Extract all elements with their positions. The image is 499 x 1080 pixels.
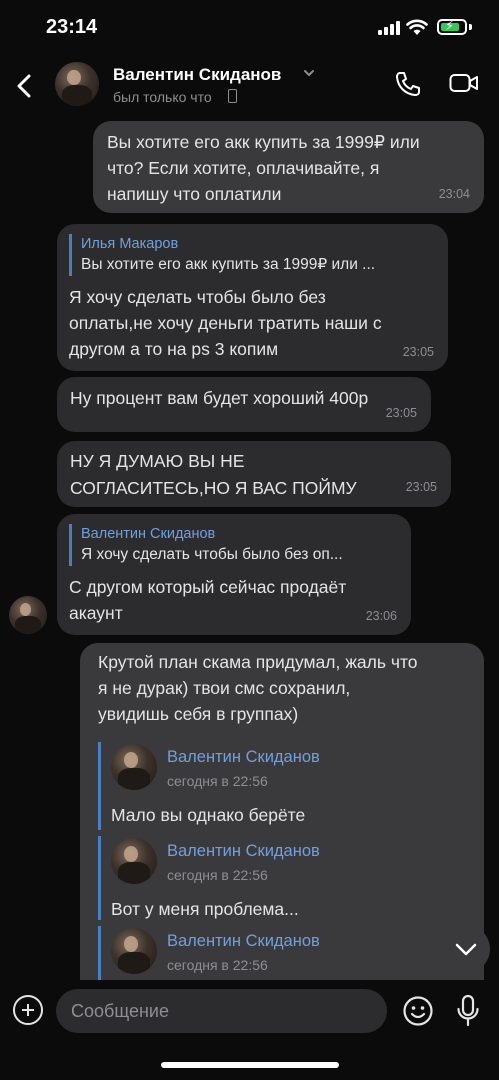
message-text-line: напишу что оплатили [107,184,282,204]
message-text-line: Вы хотите его акк купить за 1999₽ или [107,132,420,152]
message-timestamp: 23:05 [402,345,434,359]
reply-author: Илья Макаров [81,236,179,252]
presence-status: был только что [113,89,212,105]
message-text-line: оплаты,не хочу деньги тратить наши с [69,313,382,333]
contact-name[interactable]: Валентин Скиданов [113,65,281,85]
message-text-line: СОГЛАСИТЕСЬ,НО Я ВАС ПОЙМУ [70,478,357,498]
forwarded-avatar [111,838,157,884]
forwarded-date: сегодня в 22:56 [167,957,268,973]
microphone-icon[interactable] [455,994,481,1028]
wifi-icon [406,19,428,35]
message-bubble-incoming[interactable]: Ну процент вам будет хороший 400р 23:05 [57,377,431,432]
back-arrow-icon[interactable] [12,68,36,104]
message-input[interactable] [56,989,387,1033]
home-indicator[interactable] [161,1062,339,1068]
message-bubble-outgoing[interactable]: Крутой план скама придумал, жаль что я н… [80,643,484,980]
forwarded-message[interactable]: Валентин Скиданов сегодня в 22:56 Вот у … [98,836,468,920]
message-timestamp: 23:06 [365,609,397,623]
status-time: 23:14 [46,16,98,38]
forwarded-date: сегодня в 22:56 [167,773,268,789]
message-text: Ну процент вам будет хороший 400р [70,388,369,408]
message-text-line: увидишь себя в группах) [98,704,299,724]
battery-cap [469,24,472,30]
status-bar: 23:14 ⚡ [0,0,499,58]
message-text-line: акаунт [69,603,123,623]
chat-header: Валентин Скиданов был только что [0,58,499,118]
chevron-down-icon [455,943,477,956]
forwarded-date: сегодня в 22:56 [167,867,268,883]
reply-quote[interactable]: Илья Макаров Вы хотите его акк купить за… [69,234,436,276]
message-text-line: НУ Я ДУМАЮ ВЫ НЕ [70,451,245,471]
message-bubble-incoming[interactable]: НУ Я ДУМАЮ ВЫ НЕ СОГЛАСИТЕСЬ,НО Я ВАС ПО… [57,441,451,507]
reply-quote[interactable]: Валентин Скиданов Я хочу сделать чтобы б… [69,524,399,566]
forwarded-text: Мало вы однако берёте [111,805,306,825]
forwarded-avatar [111,928,157,974]
video-call-icon[interactable] [449,72,479,94]
chevron-down-icon[interactable] [302,66,316,80]
cellular-signal-icon [378,21,400,35]
message-timestamp: 23:05 [405,480,437,494]
message-timestamp: 23:04 [438,187,470,201]
attach-plus-icon[interactable] [13,995,43,1025]
message-text-line: Крутой план скама придумал, жаль что [98,652,418,672]
forwarded-text: Вот у меня проблема... [111,899,299,919]
sender-avatar[interactable] [9,596,47,634]
forwarded-author: Валентин Скиданов [167,748,320,766]
forwarded-message[interactable]: Валентин Скиданов сегодня в 22:56 Мало в… [98,742,468,830]
forwarded-message[interactable]: Валентин Скиданов сегодня в 22:56 [98,926,468,980]
forwarded-author: Валентин Скиданов [167,842,320,860]
message-bubble-incoming[interactable]: Илья Макаров Вы хотите его акк купить за… [57,224,448,371]
forwarded-author: Валентин Скиданов [167,932,320,950]
message-text-line: Я хочу сделать чтобы было без [69,287,326,307]
message-text-line: я не дурак) твои смс сохранил, [98,678,351,698]
charging-bolt-icon: ⚡ [445,18,455,33]
mobile-device-icon [228,89,237,103]
reply-text: Я хочу сделать чтобы было без оп... [81,546,343,563]
message-text-line: другом а то на ps 3 копим [69,339,279,359]
emoji-icon[interactable] [402,995,434,1027]
message-text-line: С другом который сейчас продаёт [69,577,347,597]
forwarded-avatar [111,744,157,790]
scroll-to-bottom-button[interactable] [442,925,490,973]
reply-text: Вы хотите его акк купить за 1999₽ или ..… [81,256,376,273]
message-bubble-incoming[interactable]: Валентин Скиданов Я хочу сделать чтобы б… [57,514,411,635]
message-text-line: что? Если хотите, оплачивайте, я [107,158,380,178]
phone-icon[interactable] [394,70,422,98]
contact-avatar[interactable] [55,62,99,106]
reply-author: Валентин Скиданов [81,526,216,542]
message-timestamp: 23:05 [385,406,417,420]
message-bubble-outgoing[interactable]: Вы хотите его акк купить за 1999₽ или чт… [93,121,484,213]
